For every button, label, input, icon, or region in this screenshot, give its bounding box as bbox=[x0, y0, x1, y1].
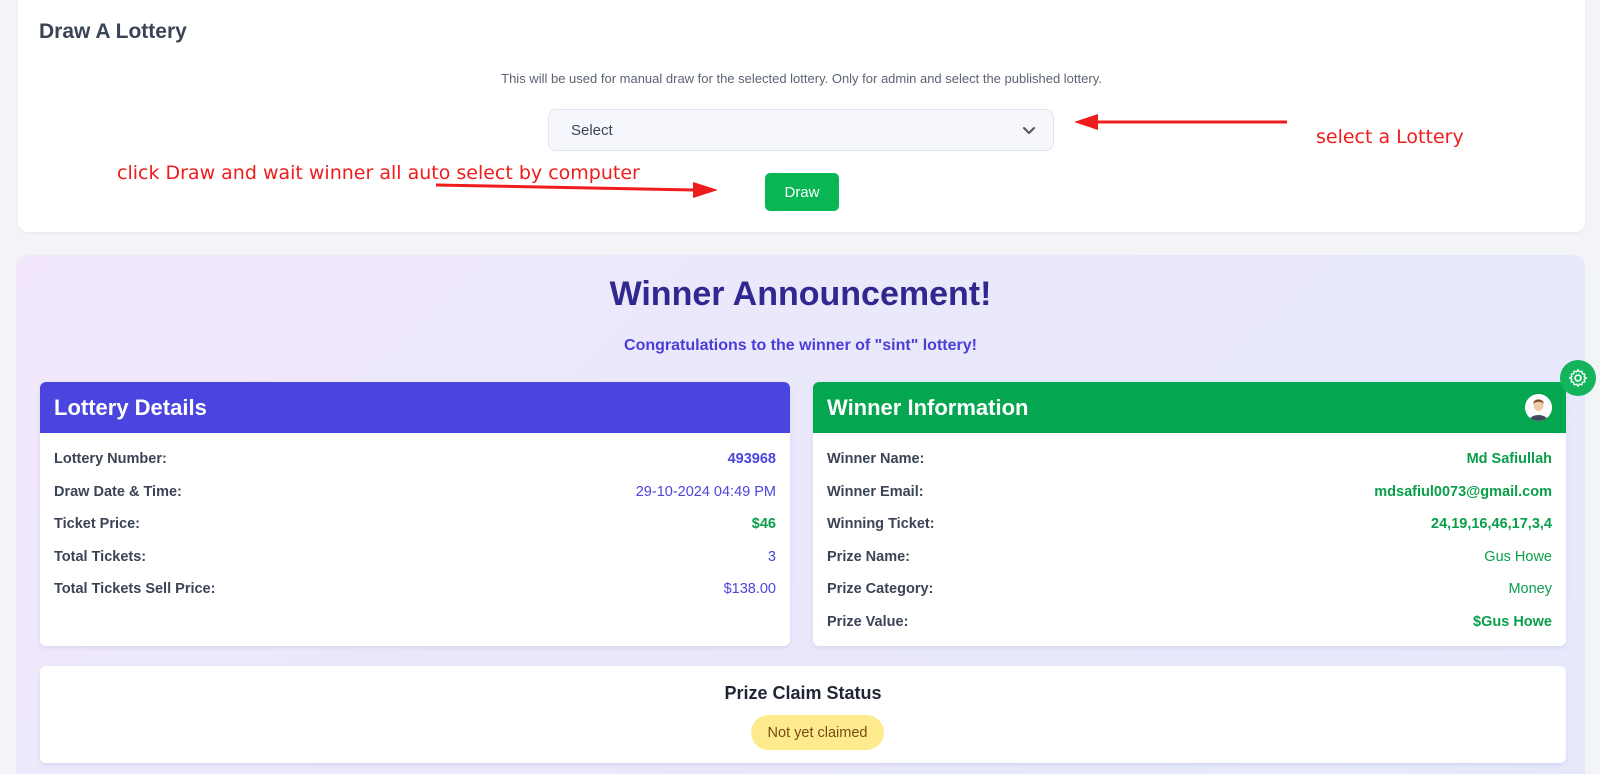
lottery-select[interactable]: Select bbox=[548, 109, 1054, 151]
winner-information-header: Winner Information bbox=[813, 382, 1566, 433]
winner-information-panel: Winner Information Winner Name: Md Safiu… bbox=[813, 382, 1566, 646]
settings-button[interactable] bbox=[1560, 360, 1596, 396]
detail-row-sell-price: Total Tickets Sell Price: $138.00 bbox=[40, 573, 790, 606]
detail-label: Ticket Price: bbox=[54, 516, 140, 533]
winner-value: Money bbox=[1508, 581, 1552, 598]
detail-label: Lottery Number: bbox=[54, 451, 167, 468]
detail-row-total-tickets: Total Tickets: 3 bbox=[40, 541, 790, 574]
page-title: Draw A Lottery bbox=[39, 20, 187, 43]
detail-value: $138.00 bbox=[723, 581, 776, 598]
winner-label: Winning Ticket: bbox=[827, 516, 935, 533]
winner-row-prize-name: Prize Name: Gus Howe bbox=[813, 541, 1566, 574]
user-avatar bbox=[1525, 394, 1552, 421]
winner-label: Winner Email: bbox=[827, 483, 924, 500]
lottery-select-value: Select bbox=[571, 121, 613, 139]
chevron-down-icon bbox=[1023, 127, 1035, 134]
winner-title: Winner Announcement! bbox=[609, 275, 992, 313]
winner-information-title: Winner Information bbox=[827, 394, 1029, 420]
draw-button[interactable]: Draw bbox=[765, 173, 839, 211]
winner-value: Gus Howe bbox=[1484, 548, 1552, 565]
winner-row-email: Winner Email: mdsafiul0073@gmail.com bbox=[813, 476, 1566, 509]
prize-claim-card: Prize Claim Status Not yet claimed bbox=[40, 666, 1566, 763]
detail-value: 493968 bbox=[727, 451, 776, 468]
winner-label: Prize Name: bbox=[827, 548, 911, 565]
detail-value: 3 bbox=[767, 548, 776, 565]
winner-subtitle: Congratulations to the winner of "sint" … bbox=[624, 337, 977, 354]
detail-value: 29-10-2024 04:49 PM bbox=[635, 483, 776, 500]
annotation-select-note: select a Lottery bbox=[1316, 126, 1464, 148]
draw-description: This will be used for manual draw for th… bbox=[501, 71, 1102, 86]
winner-value: Md Safiullah bbox=[1466, 451, 1552, 468]
detail-label: Draw Date & Time: bbox=[54, 483, 182, 500]
winner-announcement-section: Winner Announcement! Congratulations to … bbox=[16, 255, 1585, 774]
detail-label: Total Tickets Sell Price: bbox=[54, 581, 216, 598]
winner-label: Prize Category: bbox=[827, 581, 934, 598]
winner-row-ticket: Winning Ticket: 24,19,16,46,17,3,4 bbox=[813, 508, 1566, 541]
winner-value: $Gus Howe bbox=[1473, 613, 1552, 630]
winner-value: mdsafiul0073@gmail.com bbox=[1374, 483, 1552, 500]
lottery-details-panel: Lottery Details Lottery Number: 493968 D… bbox=[40, 382, 790, 646]
winner-row-prize-value: Prize Value: $Gus Howe bbox=[813, 606, 1566, 639]
winner-label: Winner Name: bbox=[827, 451, 925, 468]
detail-row-lottery-number: Lottery Number: 493968 bbox=[40, 443, 790, 476]
winner-value: 24,19,16,46,17,3,4 bbox=[1431, 516, 1552, 533]
draw-lottery-card: Draw A Lottery This will be used for man… bbox=[18, 0, 1585, 232]
lottery-details-header: Lottery Details bbox=[40, 382, 790, 433]
status-badge: Not yet claimed bbox=[751, 715, 884, 750]
gear-icon bbox=[1569, 369, 1587, 387]
winner-label: Prize Value: bbox=[827, 613, 909, 630]
annotation-draw-note: click Draw and wait winner all auto sele… bbox=[117, 162, 640, 184]
winner-row-name: Winner Name: Md Safiullah bbox=[813, 443, 1566, 476]
detail-row-draw-date: Draw Date & Time: 29-10-2024 04:49 PM bbox=[40, 476, 790, 509]
detail-row-ticket-price: Ticket Price: $46 bbox=[40, 508, 790, 541]
prize-claim-title: Prize Claim Status bbox=[724, 683, 882, 703]
winner-row-prize-category: Prize Category: Money bbox=[813, 573, 1566, 606]
detail-value: $46 bbox=[751, 516, 776, 533]
detail-label: Total Tickets: bbox=[54, 548, 147, 565]
